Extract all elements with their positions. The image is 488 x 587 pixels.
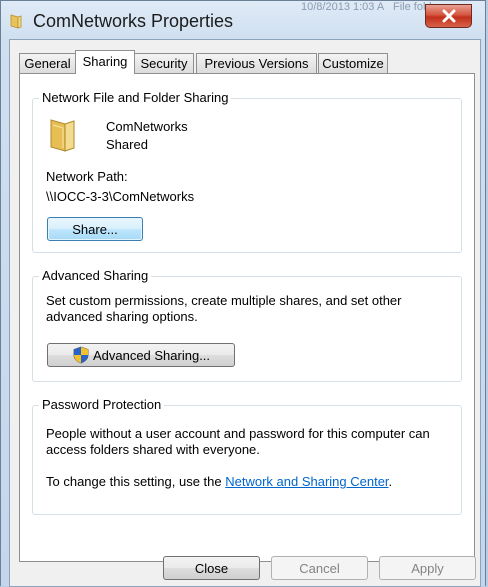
tab-security[interactable]: Security xyxy=(134,53,194,73)
uac-shield-icon xyxy=(73,346,89,364)
password-protection-description-line1: People without a user account and passwo… xyxy=(46,426,430,441)
network-sharing-heading: Network File and Folder Sharing xyxy=(39,90,232,105)
folder-name: ComNetworks xyxy=(106,119,188,134)
tab-general[interactable]: General xyxy=(19,53,76,73)
sharing-tab-panel: Network File and Folder Sharing ComNetwo… xyxy=(19,73,475,562)
network-path-label: Network Path: xyxy=(46,169,128,184)
advanced-sharing-description-line1: Set custom permissions, create multiple … xyxy=(46,293,402,308)
advanced-sharing-button[interactable]: Advanced Sharing... xyxy=(47,343,235,367)
share-button[interactable]: Share... xyxy=(47,217,143,241)
network-path-value: \\IOCC-3-3\ComNetworks xyxy=(46,189,195,204)
close-button[interactable]: Close xyxy=(163,556,260,580)
advanced-sharing-button-label: Advanced Sharing... xyxy=(92,347,211,363)
cancel-button[interactable]: Cancel xyxy=(271,556,368,580)
network-sharing-group: Network File and Folder Sharing ComNetwo… xyxy=(32,90,462,253)
network-sharing-center-link[interactable]: Network and Sharing Center xyxy=(225,474,388,489)
folder-share-status: Shared xyxy=(106,137,148,152)
change-setting-text: To change this setting, use the Network … xyxy=(46,474,392,489)
advanced-sharing-heading: Advanced Sharing xyxy=(39,268,152,283)
background-date-fragment: 10/8/2013 1:03 A xyxy=(301,1,385,13)
close-x-icon xyxy=(442,9,455,23)
tab-customize[interactable]: Customize xyxy=(318,53,388,73)
tab-previous-versions[interactable]: Previous Versions xyxy=(196,53,317,73)
tab-sharing[interactable]: Sharing xyxy=(75,50,135,74)
advanced-sharing-description-line2: advanced sharing options. xyxy=(46,309,198,324)
advanced-sharing-group: Advanced Sharing Set custom permissions,… xyxy=(32,268,462,382)
folder-title-icon xyxy=(10,14,22,29)
password-protection-group: Password Protection People without a use… xyxy=(32,397,462,515)
dialog-body: General Sharing Security Previous Versio… xyxy=(9,39,481,587)
password-protection-description-line2: access folders shared with everyone. xyxy=(46,442,260,457)
properties-window: 10/8/2013 1:03 A File folder ComNetworks… xyxy=(0,0,486,587)
change-setting-prefix: To change this setting, use the xyxy=(46,474,226,489)
window-title: ComNetworks Properties xyxy=(33,11,234,31)
folder-icon xyxy=(50,119,75,152)
apply-button[interactable]: Apply xyxy=(379,556,476,580)
password-protection-heading: Password Protection xyxy=(39,397,165,412)
change-setting-suffix: . xyxy=(388,474,393,489)
window-close-button[interactable] xyxy=(425,4,472,28)
